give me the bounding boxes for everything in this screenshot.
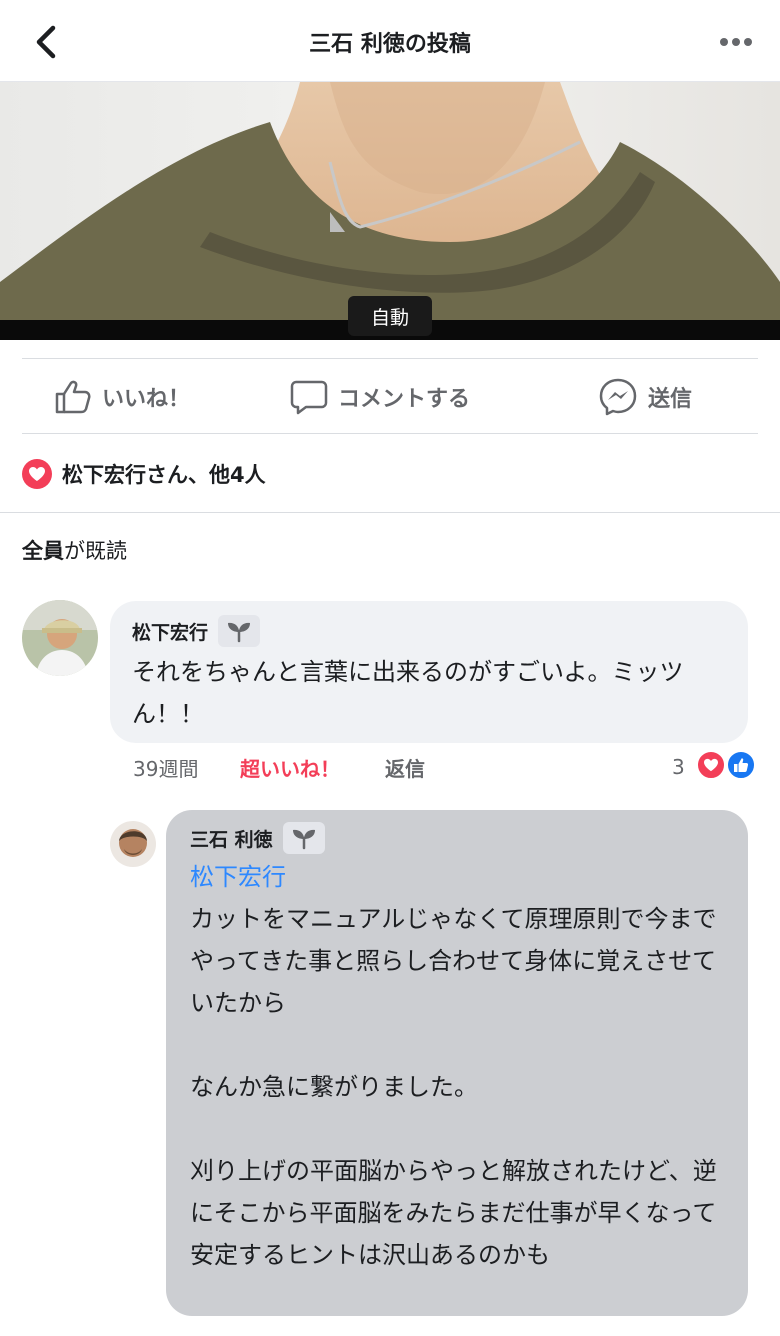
comment-reply-button[interactable]: 返信	[385, 753, 425, 782]
love-reaction-icon	[22, 459, 52, 489]
comment-author-name[interactable]: 松下宏行	[132, 618, 208, 645]
more-dots-icon	[720, 38, 752, 46]
comment-reaction-count: 3	[672, 755, 685, 779]
comment-author: 松下宏行	[132, 615, 724, 647]
reply-bubble[interactable]: 三石 利徳 松下宏行 カットをマニュアルじゃなくて原理原則で今までやってきた事と…	[166, 810, 748, 1316]
send-label: 送信	[648, 387, 693, 412]
divider	[22, 358, 758, 359]
reply-text: カットをマニュアルじゃなくて原理原則で今までやってきた事と照らし合わせて身体に覚…	[190, 905, 717, 1269]
love-reaction-icon	[696, 750, 726, 780]
avatar[interactable]	[22, 600, 98, 676]
comment-button[interactable]: コメントする	[290, 360, 470, 434]
comment-bubble[interactable]: 松下宏行 それをちゃんと言葉に出来るのがすごいよ。ミッツん！！	[110, 601, 748, 743]
seen-status-rest: が既読	[64, 539, 127, 563]
seen-status: 全員が既読	[22, 535, 127, 565]
like-button[interactable]: いいね！	[54, 360, 190, 434]
comment-time: 39週間	[133, 756, 199, 781]
reply-author-name[interactable]: 三石 利徳	[190, 825, 273, 852]
seen-status-bold: 全員	[22, 539, 64, 563]
like-label: いいね！	[102, 387, 191, 412]
comment-label: コメントする	[338, 387, 471, 412]
comment-meta: 39週間 超いいね！ 返信 3	[0, 752, 780, 782]
video-frame	[0, 82, 780, 320]
reply-mention-link[interactable]: 松下宏行	[190, 856, 724, 898]
comment-bubble-icon	[290, 380, 328, 415]
video-still-image	[0, 82, 780, 320]
sprout-icon	[282, 822, 325, 854]
sprout-icon	[218, 615, 261, 647]
comment-reactions[interactable]	[696, 750, 760, 784]
divider	[22, 433, 758, 434]
send-button[interactable]: 送信	[598, 360, 692, 434]
top-bar: 三石 利徳の投稿	[0, 0, 780, 82]
thumbs-up-icon	[55, 380, 91, 414]
divider	[0, 512, 780, 513]
page-title: 三石 利徳の投稿	[309, 32, 471, 57]
reply-author: 三石 利徳	[190, 822, 724, 854]
comment-text: それをちゃんと言葉に出来るのがすごいよ。ミッツん！！	[132, 658, 684, 728]
comment-reaction-button[interactable]: 超いいね！	[240, 753, 340, 782]
action-bar: いいね！ コメントする 送信	[0, 360, 780, 434]
more-options-button[interactable]	[714, 24, 758, 60]
reactions-summary-text: 松下宏行さん、他4人	[62, 463, 266, 487]
reactions-summary[interactable]: 松下宏行さん、他4人	[22, 454, 266, 494]
like-reaction-icon	[726, 750, 756, 780]
messenger-icon	[599, 378, 637, 416]
avatar[interactable]	[110, 821, 156, 867]
auto-quality-badge[interactable]: 自動	[348, 296, 432, 336]
